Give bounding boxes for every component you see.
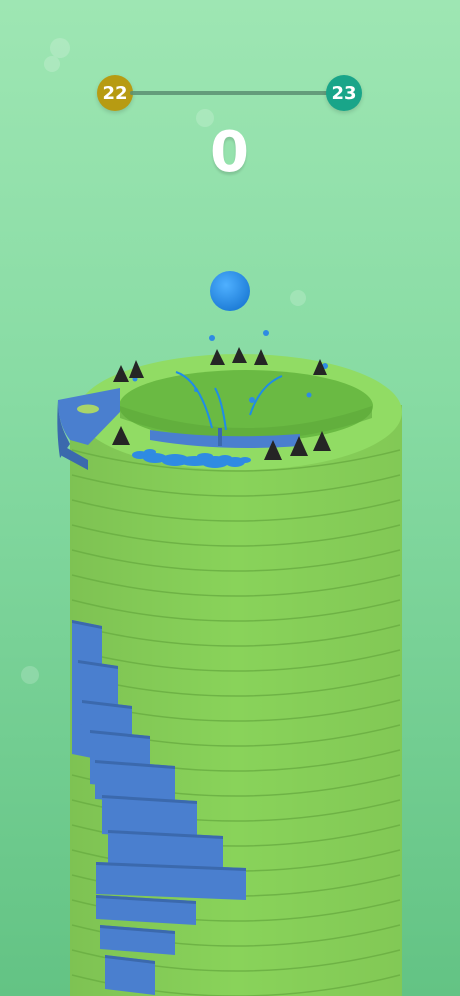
ball xyxy=(210,271,250,311)
splash-blob xyxy=(144,449,156,455)
splash-drop xyxy=(306,392,312,398)
score-label: 0 xyxy=(210,120,250,185)
splash-drop xyxy=(249,397,255,403)
splash-blob xyxy=(239,457,251,463)
splash-drop xyxy=(263,330,269,336)
game-screen[interactable]: 22 23 0 xyxy=(0,0,460,996)
next-level-badge: 23 xyxy=(326,75,362,111)
current-level-badge: 22 xyxy=(97,75,133,111)
splash-blob xyxy=(197,453,213,459)
level-progress-bar xyxy=(130,91,330,95)
splash-blob xyxy=(218,455,232,461)
splash-drop xyxy=(209,335,215,341)
helix-tower xyxy=(70,405,402,996)
